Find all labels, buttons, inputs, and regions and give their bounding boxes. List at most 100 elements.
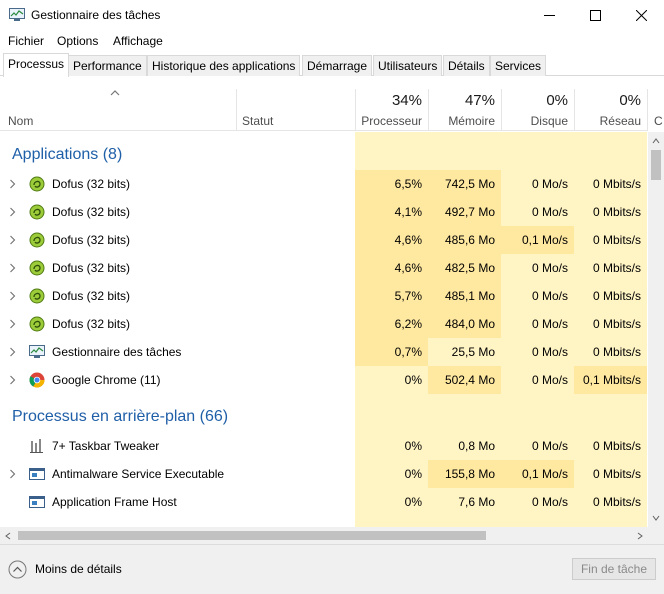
table-row[interactable]: Antimalware Service Executable 0% 155,8 Mo… (0, 460, 648, 488)
scroll-right-icon[interactable] (637, 532, 643, 540)
table-row[interactable]: Dofus (32 bits) 4,6% 482,5 Mo 0 Mo/s 0 Mbits… (0, 254, 648, 282)
vertical-scroll-thumb[interactable] (651, 150, 661, 180)
cell-network: 0 Mbits/s (592, 317, 641, 331)
menu-options[interactable]: Options (57, 34, 98, 48)
column-name-header[interactable]: Nom (8, 114, 33, 128)
process-name: Dofus (32 bits) (52, 317, 131, 331)
taskbar-tweaker-icon (30, 439, 43, 453)
column-overflow-header[interactable]: C (654, 114, 663, 128)
process-name: Dofus (32 bits) (52, 233, 131, 247)
column-memory-header[interactable]: Mémoire (431, 114, 495, 128)
table-row[interactable]: Google Chrome (11) 0% 502,4 Mo 0 Mo/s 0,1 Mb… (0, 366, 648, 394)
cell-memory: 484,0 Mo (444, 317, 495, 331)
scroll-left-icon[interactable] (5, 532, 11, 540)
cell-network: 0 Mbits/s (592, 439, 641, 453)
chevron-right-icon[interactable] (9, 207, 16, 217)
cell-disk: 0 Mo/s (531, 205, 568, 219)
tab-strip: Processus Performance Historique des app… (0, 53, 664, 77)
cell-network: 0,1 Mbits/s (582, 373, 641, 387)
group-title: Applications (8) (12, 146, 123, 163)
table-row[interactable]: 7+ Taskbar Tweaker 0% 0,8 Mo 0 Mo/s 0 Mbits/… (0, 432, 648, 460)
cell-cpu: 5,7% (394, 289, 422, 303)
column-disk-header[interactable]: Disque (504, 114, 568, 128)
minimize-icon (543, 15, 555, 16)
dofus-icon (29, 260, 45, 276)
cell-disk: 0 Mo/s (531, 345, 568, 359)
cell-cpu: 6,5% (394, 177, 422, 191)
cell-memory: 7,6 Mo (458, 495, 495, 509)
cell-cpu: 0% (404, 373, 422, 387)
group-title: Processus en arrière-plan (66) (12, 408, 229, 425)
tab-services[interactable]: Services (490, 55, 547, 76)
chevron-right-icon[interactable] (9, 375, 16, 385)
cell-network: 0 Mbits/s (592, 177, 641, 191)
process-name: Dofus (32 bits) (52, 177, 131, 191)
dofus-icon (29, 204, 45, 220)
horizontal-scroll-thumb[interactable] (18, 531, 486, 540)
task-manager-icon (9, 8, 25, 21)
service-icon (29, 468, 45, 480)
table-row[interactable]: Dofus (32 bits) 6,2% 484,0 Mo 0 Mo/s 0 Mbits… (0, 310, 648, 338)
tab-app-history[interactable]: Historique des applications (147, 55, 301, 76)
group-header[interactable]: Applications (8) (0, 140, 648, 170)
menu-view[interactable]: Affichage (113, 34, 163, 48)
process-name: Dofus (32 bits) (52, 261, 131, 275)
sort-ascending-icon[interactable] (109, 89, 121, 97)
column-header: Nom Statut 34% Processeur 47% Mémoire 0%… (0, 89, 663, 131)
column-status-header[interactable]: Statut (242, 114, 273, 128)
cell-cpu: 0,7% (394, 345, 422, 359)
table-row[interactable]: Dofus (32 bits) 4,1% 492,7 Mo 0 Mo/s 0 Mbits… (0, 198, 648, 226)
vertical-scrollbar[interactable] (648, 132, 664, 527)
horizontal-scrollbar[interactable] (0, 527, 648, 544)
table-row[interactable]: Dofus (32 bits) 5,7% 485,1 Mo 0 Mo/s 0 Mbits… (0, 282, 648, 310)
chevron-right-icon[interactable] (9, 291, 16, 301)
tab-performance[interactable]: Performance (68, 55, 147, 76)
cell-disk: 0,1 Mo/s (521, 233, 568, 247)
chevron-right-icon[interactable] (9, 469, 16, 479)
cell-disk: 0 Mo/s (531, 261, 568, 275)
close-button[interactable] (618, 0, 664, 31)
cell-cpu: 6,2% (394, 317, 422, 331)
chevron-right-icon[interactable] (9, 347, 16, 357)
cell-network: 0 Mbits/s (592, 205, 641, 219)
process-name: Antimalware Service Executable (52, 467, 225, 481)
cell-network: 0 Mbits/s (592, 289, 641, 303)
process-name: Dofus (32 bits) (52, 289, 131, 303)
tab-startup[interactable]: Démarrage (302, 55, 373, 76)
title-bar: Gestionnaire des tâches (0, 0, 664, 31)
table-row[interactable]: Dofus (32 bits) 4,6% 485,6 Mo 0,1 Mo/s 0 Mbi… (0, 226, 648, 254)
column-network-header[interactable]: Réseau (577, 114, 641, 128)
scroll-up-icon[interactable] (652, 138, 660, 144)
cell-network: 0 Mbits/s (592, 233, 641, 247)
tab-details[interactable]: Détails (443, 55, 490, 76)
cell-memory: 485,1 Mo (444, 289, 495, 303)
chevron-right-icon[interactable] (9, 263, 16, 273)
tab-users[interactable]: Utilisateurs (373, 55, 443, 76)
menu-file[interactable]: Fichier (8, 34, 44, 48)
minimize-button[interactable] (526, 0, 572, 31)
fewer-details-button[interactable]: Moins de détails (8, 559, 122, 579)
cell-memory: 502,4 Mo (444, 373, 495, 387)
table-row[interactable]: Dofus (32 bits) 6,5% 742,5 Mo 0 Mo/s 0 Mbits… (0, 170, 648, 198)
cell-network: 0 Mbits/s (592, 495, 641, 509)
chevron-up-circle-icon (8, 560, 27, 578)
chevron-right-icon[interactable] (9, 319, 16, 329)
network-total-percent: 0% (619, 92, 641, 109)
chevron-right-icon[interactable] (9, 179, 16, 189)
cell-cpu: 0% (404, 495, 422, 509)
table-row[interactable]: Application Frame Host 0% 7,6 Mo 0 Mo/s 0 Mb… (0, 488, 648, 516)
cell-memory: 0,8 Mo (458, 439, 495, 453)
tab-processes[interactable]: Processus (3, 53, 70, 77)
cell-memory: 155,8 Mo (444, 467, 495, 481)
scroll-down-icon[interactable] (652, 515, 660, 521)
cell-memory: 492,7 Mo (444, 205, 495, 219)
menu-bar: Fichier Options Affichage (0, 31, 664, 51)
table-row[interactable]: Gestionnaire des tâches 0,7% 25,5 Mo 0 Mo/s… (0, 338, 648, 366)
chevron-right-icon[interactable] (9, 235, 16, 245)
maximize-button[interactable] (572, 0, 618, 31)
end-task-button[interactable]: Fin de tâche (572, 558, 656, 580)
cell-cpu: 4,6% (394, 261, 422, 275)
cell-disk: 0 Mo/s (531, 439, 568, 453)
column-cpu-header[interactable]: Processeur (358, 114, 422, 128)
group-header[interactable]: Processus en arrière-plan (66) (0, 402, 648, 432)
